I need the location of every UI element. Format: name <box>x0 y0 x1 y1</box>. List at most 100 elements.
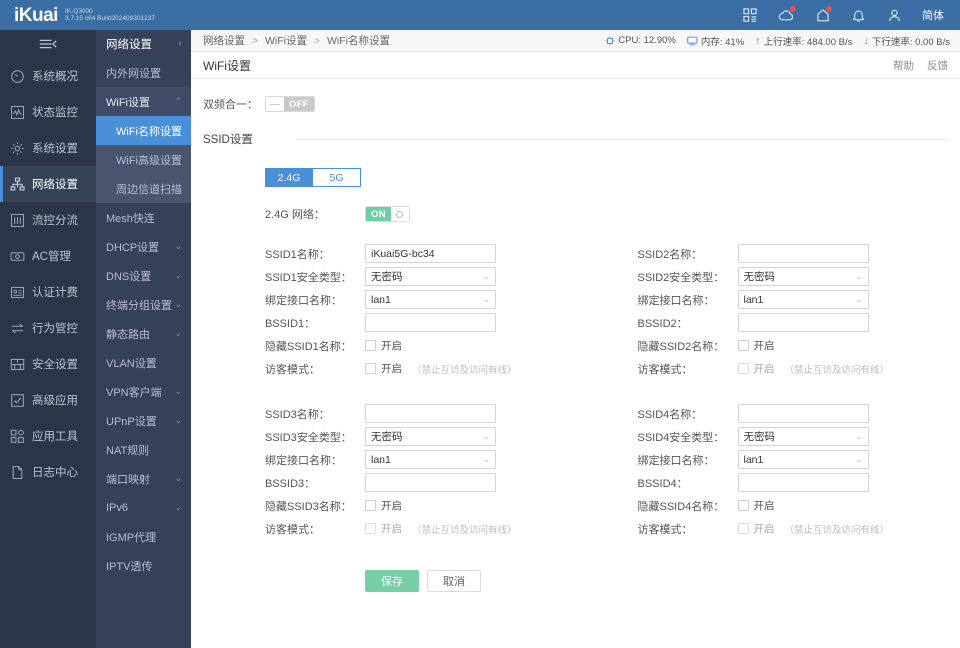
security-type-select[interactable]: 无密码 ⌄ <box>737 427 869 446</box>
menu-item-6[interactable]: DHCP设置 ⌄ <box>96 232 191 261</box>
help-link[interactable]: 帮助 <box>893 58 914 73</box>
sidebar-item-7[interactable]: 行为管控 <box>0 310 96 346</box>
sidebar-item-label: AC管理 <box>32 251 71 263</box>
sidebar-item-1[interactable]: 状态监控 <box>0 94 96 130</box>
feedback-link[interactable]: 反馈 <box>927 58 948 73</box>
sidebar-item-0[interactable]: 系统概况 <box>0 58 96 94</box>
menu-item-0[interactable]: 内外网设置 <box>96 58 191 87</box>
guest-mode-checkbox[interactable] <box>737 363 749 374</box>
menu-item-16[interactable]: IGMP代理 <box>96 522 191 551</box>
guest-mode-checkbox[interactable] <box>365 363 376 374</box>
menu-item-11[interactable]: VPN客户端 ⌄ <box>96 377 191 406</box>
bssid-input[interactable] <box>365 473 496 492</box>
interface-select[interactable]: lan1 ⌄ <box>737 450 869 469</box>
security-type-select[interactable]: 无密码 ⌄ <box>365 267 496 286</box>
guest-mode-checkbox[interactable] <box>365 523 376 534</box>
menu-item-8[interactable]: 终端分组设置 ⌄ <box>96 290 191 319</box>
tab-2-4g[interactable]: 2.4G <box>265 168 313 187</box>
interface-select[interactable]: lan1 ⌄ <box>365 290 496 309</box>
menu-item-10[interactable]: VLAN设置 <box>96 348 191 377</box>
ssid-column-right: SSID2名称： SSID2安全类型： 无密码 ⌄ 绑定接口名称： lan1 ⌄ BSSID2… <box>576 242 949 540</box>
submenu-item-3[interactable]: WiFi高级设置 <box>96 145 191 174</box>
upload-metric: ↑ 上行速率: 484.00 B/s <box>755 34 852 48</box>
submenu-item-4[interactable]: 周边信道扫描 <box>96 174 191 203</box>
ssid-name-row: SSID3名称： <box>203 402 576 425</box>
network-enable-toggle[interactable]: ON <box>365 206 410 222</box>
sidebar-item-9[interactable]: 高级应用 <box>0 382 96 418</box>
sidebar-item-8[interactable]: 安全设置 <box>0 346 96 382</box>
security-type-select[interactable]: 无密码 ⌄ <box>737 267 869 286</box>
breadcrumb-item-1[interactable]: WiFi设置 <box>265 35 307 47</box>
app-root: iKuai IK-Q3000 3.7.15 x64 Build202409301… <box>0 0 960 648</box>
guest-mode-checkbox[interactable] <box>737 523 749 534</box>
apps-grid-icon[interactable] <box>742 7 759 24</box>
interface-select[interactable]: lan1 ⌄ <box>737 290 869 309</box>
hide-ssid-enable-label: 开启 <box>381 340 402 352</box>
menu-item-label: 终端分组设置 <box>106 299 172 312</box>
menu-item-17[interactable]: IPTV透传 <box>96 551 191 580</box>
sidebar-item-10[interactable]: 应用工具 <box>0 418 96 454</box>
dual-band-toggle[interactable]: — OFF <box>265 96 315 112</box>
gear-icon <box>9 140 25 156</box>
menu-item-label: 静态路由 <box>106 328 150 341</box>
sidebar-item-label: 状态监控 <box>32 107 78 119</box>
hide-ssid-checkbox[interactable] <box>737 340 749 351</box>
menu-item-14[interactable]: 端口映射 ⌄ <box>96 464 191 493</box>
security-type-label: SSID2安全类型： <box>637 271 725 284</box>
menu-item-13[interactable]: NAT规则 <box>96 435 191 464</box>
breadcrumb-sep-0: > <box>251 35 259 47</box>
guest-mode-label: 访客模式： <box>637 523 693 536</box>
submenu-item-2[interactable]: WiFi名称设置 <box>96 116 191 145</box>
bell-icon[interactable] <box>850 7 867 24</box>
chevron-down-icon: ⌄ <box>482 271 490 281</box>
bssid-row: BSSID2： <box>576 311 949 334</box>
sidebar-item-11[interactable]: 日志中心 <box>0 454 96 490</box>
home-shield-icon[interactable] <box>814 5 832 24</box>
cancel-button[interactable]: 取消 <box>427 570 481 592</box>
interface-select[interactable]: lan1 ⌄ <box>365 450 496 469</box>
sidebar-item-4[interactable]: 流控分流 <box>0 202 96 238</box>
primary-sidebar: 系统概况状态监控系统设置 网络设置 流控分流 AC管理认证计费 行为管控 安全设置 高级应用… <box>0 30 96 648</box>
download-value: 下行速率: 0.00 B/s <box>871 36 950 48</box>
language-switcher[interactable]: 简体 <box>922 7 944 23</box>
security-type-label: SSID4安全类型： <box>637 431 725 444</box>
hide-ssid-checkbox[interactable] <box>365 500 376 511</box>
save-button[interactable]: 保存 <box>365 570 419 592</box>
sidebar-item-6[interactable]: 认证计费 <box>0 274 96 310</box>
sidebar-item-3[interactable]: 网络设置 <box>0 166 96 202</box>
ssid-name-input[interactable] <box>365 244 496 263</box>
sidebar-item-label: 应用工具 <box>32 431 78 443</box>
sidebar-item-2[interactable]: 系统设置 <box>0 130 96 166</box>
breadcrumb-item-0[interactable]: 网络设置 <box>203 35 245 47</box>
chevron-left-icon[interactable]: ‹ <box>178 38 182 50</box>
user-icon[interactable] <box>886 7 903 24</box>
bssid-input[interactable] <box>737 473 869 492</box>
hide-ssid-checkbox[interactable] <box>365 340 376 351</box>
security-type-select[interactable]: 无密码 ⌄ <box>365 427 496 446</box>
interface-value: lan1 <box>371 453 391 466</box>
menu-item-15[interactable]: IPv6 ⌄ <box>96 493 191 522</box>
security-type-row: SSID2安全类型： 无密码 ⌄ <box>576 265 949 288</box>
menu-item-9[interactable]: 静态路由 ⌄ <box>96 319 191 348</box>
network-tree-icon <box>9 176 25 192</box>
sidebar-item-5[interactable]: AC管理 <box>0 238 96 274</box>
cloud-icon[interactable] <box>778 5 796 24</box>
sidebar-collapse-toggle[interactable] <box>0 30 96 58</box>
breadcrumb-item-2[interactable]: WiFi名称设置 <box>327 35 390 47</box>
home-badge <box>826 5 832 12</box>
ssid-block-2: SSID2名称： SSID2安全类型： 无密码 ⌄ 绑定接口名称： lan1 ⌄ BSSID2… <box>576 242 949 380</box>
ssid-name-label: SSID3名称： <box>265 408 330 421</box>
bssid-input[interactable] <box>737 313 869 332</box>
ssid-name-input[interactable] <box>737 404 869 423</box>
ssid-name-input[interactable] <box>365 404 496 423</box>
bssid-input[interactable] <box>365 313 496 332</box>
ssid-block-1: SSID1名称： SSID1安全类型： 无密码 ⌄ 绑定接口名称： lan1 ⌄ BSSID1… <box>203 242 576 380</box>
hide-ssid-label: 隐藏SSID2名称： <box>637 340 725 353</box>
menu-item-5[interactable]: Mesh快连 <box>96 203 191 232</box>
menu-item-12[interactable]: UPnP设置 ⌄ <box>96 406 191 435</box>
hide-ssid-checkbox[interactable] <box>737 500 749 511</box>
menu-item-7[interactable]: DNS设置 ⌄ <box>96 261 191 290</box>
menu-item-1[interactable]: WiFi设置 ⌃ <box>96 87 191 116</box>
ssid-name-input[interactable] <box>737 244 869 263</box>
tab-5g[interactable]: 5G <box>313 168 361 187</box>
